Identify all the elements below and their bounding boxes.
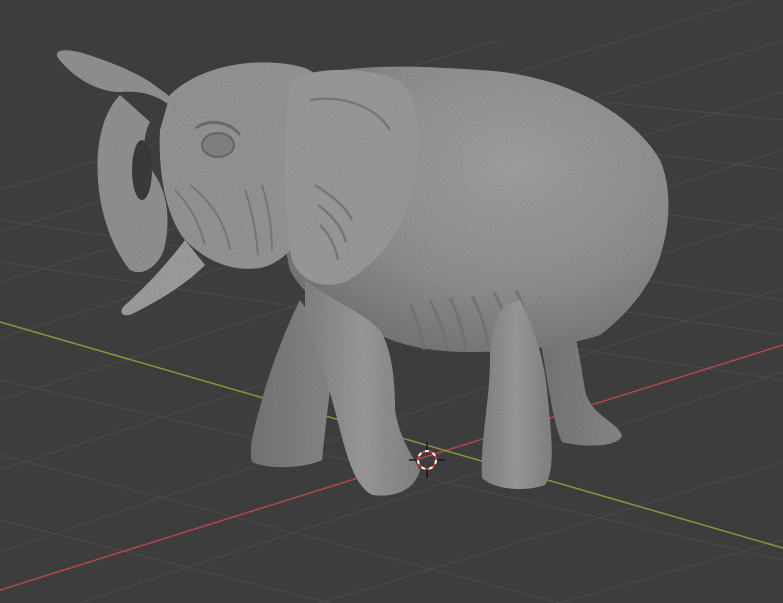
trunk-gap: [132, 140, 152, 200]
elephant-eye: [201, 132, 235, 158]
3d-viewport[interactable]: [0, 0, 783, 603]
viewport-canvas[interactable]: [0, 0, 783, 603]
